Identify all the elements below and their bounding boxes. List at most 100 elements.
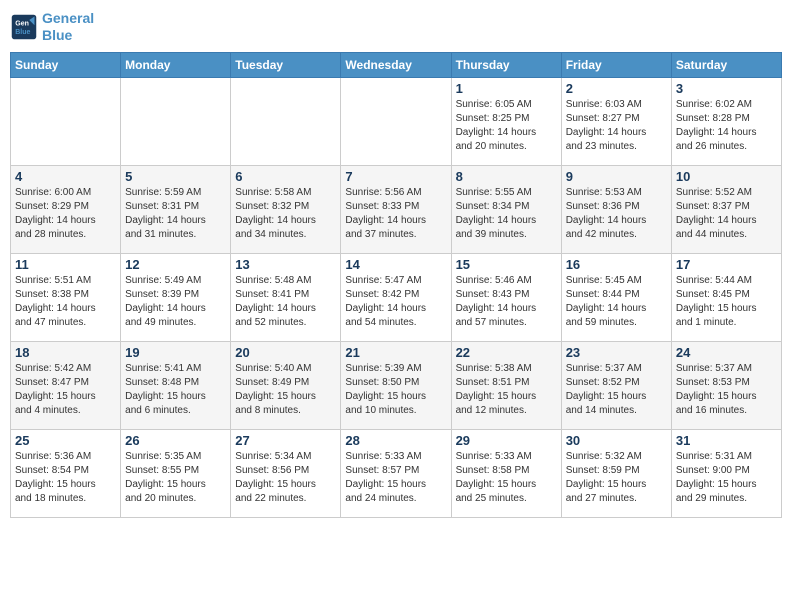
calendar-cell: 24Sunrise: 5:37 AM Sunset: 8:53 PM Dayli… (671, 341, 781, 429)
calendar-cell: 13Sunrise: 5:48 AM Sunset: 8:41 PM Dayli… (231, 253, 341, 341)
weekday-header-row: SundayMondayTuesdayWednesdayThursdayFrid… (11, 52, 782, 77)
day-number: 31 (676, 433, 777, 448)
calendar-cell: 19 Sunrise: 5:41 AM Sunset: 8:48 PM Dayli… (121, 341, 231, 429)
day-detail: Sunrise: 5:48 AM Sunset: 8:41 PM Dayligh… (235, 274, 336, 330)
calendar-cell: 16Sunrise: 5:45 AM Sunset: 8:44 PM Dayli… (561, 253, 671, 341)
calendar-cell: 4Sunrise: 6:00 AM Sunset: 8:29 PM Daylig… (11, 165, 121, 253)
logo: Gen Blue General Blue (10, 10, 94, 44)
calendar-cell: 29 Sunrise: 5:33 AM Sunset: 8:58 PM Dayli… (451, 429, 561, 517)
calendar-cell: 7 Sunrise: 5:56 AM Sunset: 8:33 PM Daylig… (341, 165, 451, 253)
day-number: 21 (345, 345, 446, 360)
day-detail: Sunrise: 5:55 AM Sunset: 8:34 PM Dayligh… (456, 186, 557, 242)
day-detail: Sunrise: 5:31 AM Sunset: 9:00 PM Dayligh… (676, 450, 777, 506)
day-detail: Sunrise: 5:33 AM Sunset: 8:57 PM Dayligh… (345, 450, 446, 506)
day-detail: Sunrise: 6:02 AM Sunset: 8:28 PM Dayligh… (676, 98, 777, 154)
day-detail: Sunrise: 5:33 AM Sunset: 8:58 PM Dayligh… (456, 450, 557, 506)
calendar-cell: 30 Sunrise: 5:32 AM Sunset: 8:59 PM Dayli… (561, 429, 671, 517)
day-detail: Sunrise: 5:40 AM Sunset: 8:49 PM Dayligh… (235, 362, 336, 418)
day-number: 19 (125, 345, 226, 360)
day-detail: Sunrise: 5:36 AM Sunset: 8:54 PM Dayligh… (15, 450, 116, 506)
calendar-cell: 31 Sunrise: 5:31 AM Sunset: 9:00 PM Dayli… (671, 429, 781, 517)
day-number: 30 (566, 433, 667, 448)
calendar-cell: 26 Sunrise: 5:35 AM Sunset: 8:55 PM Dayli… (121, 429, 231, 517)
calendar-cell: 9 Sunrise: 5:53 AM Sunset: 8:36 PM Daylig… (561, 165, 671, 253)
day-number: 10 (676, 169, 777, 184)
day-number: 12 (125, 257, 226, 272)
day-detail: Sunrise: 5:37 AM Sunset: 8:52 PM Dayligh… (566, 362, 667, 418)
calendar-cell: 10 Sunrise: 5:52 AM Sunset: 8:37 PM Dayli… (671, 165, 781, 253)
day-detail: Sunrise: 5:42 AM Sunset: 8:47 PM Dayligh… (15, 362, 116, 418)
logo-icon: Gen Blue (10, 13, 38, 41)
calendar-cell: 11Sunrise: 5:51 AM Sunset: 8:38 PM Dayli… (11, 253, 121, 341)
calendar-body: 1 Sunrise: 6:05 AM Sunset: 8:25 PM Daylig… (11, 77, 782, 517)
week-row-5: 25 Sunrise: 5:36 AM Sunset: 8:54 PM Dayli… (11, 429, 782, 517)
day-detail: Sunrise: 5:53 AM Sunset: 8:36 PM Dayligh… (566, 186, 667, 242)
weekday-wednesday: Wednesday (341, 52, 451, 77)
week-row-4: 18Sunrise: 5:42 AM Sunset: 8:47 PM Dayli… (11, 341, 782, 429)
weekday-saturday: Saturday (671, 52, 781, 77)
day-number: 24 (676, 345, 777, 360)
svg-text:Gen: Gen (15, 20, 29, 27)
day-detail: Sunrise: 6:03 AM Sunset: 8:27 PM Dayligh… (566, 98, 667, 154)
day-number: 4 (15, 169, 116, 184)
calendar-cell: 5 Sunrise: 5:59 AM Sunset: 8:31 PM Daylig… (121, 165, 231, 253)
day-number: 1 (456, 81, 557, 96)
week-row-2: 4Sunrise: 6:00 AM Sunset: 8:29 PM Daylig… (11, 165, 782, 253)
calendar-cell: 25 Sunrise: 5:36 AM Sunset: 8:54 PM Dayli… (11, 429, 121, 517)
day-detail: Sunrise: 5:44 AM Sunset: 8:45 PM Dayligh… (676, 274, 777, 330)
day-number: 26 (125, 433, 226, 448)
day-detail: Sunrise: 5:41 AM Sunset: 8:48 PM Dayligh… (125, 362, 226, 418)
day-number: 8 (456, 169, 557, 184)
day-number: 17 (676, 257, 777, 272)
day-detail: Sunrise: 5:35 AM Sunset: 8:55 PM Dayligh… (125, 450, 226, 506)
day-number: 7 (345, 169, 446, 184)
day-detail: Sunrise: 5:58 AM Sunset: 8:32 PM Dayligh… (235, 186, 336, 242)
day-number: 5 (125, 169, 226, 184)
calendar-cell: 2Sunrise: 6:03 AM Sunset: 8:27 PM Daylig… (561, 77, 671, 165)
day-detail: Sunrise: 5:34 AM Sunset: 8:56 PM Dayligh… (235, 450, 336, 506)
day-detail: Sunrise: 5:47 AM Sunset: 8:42 PM Dayligh… (345, 274, 446, 330)
day-detail: Sunrise: 5:39 AM Sunset: 8:50 PM Dayligh… (345, 362, 446, 418)
day-number: 22 (456, 345, 557, 360)
calendar-cell: 3 Sunrise: 6:02 AM Sunset: 8:28 PM Daylig… (671, 77, 781, 165)
day-detail: Sunrise: 6:05 AM Sunset: 8:25 PM Dayligh… (456, 98, 557, 154)
logo-name: General Blue (42, 10, 94, 44)
day-number: 9 (566, 169, 667, 184)
calendar-table: SundayMondayTuesdayWednesdayThursdayFrid… (10, 52, 782, 518)
day-number: 25 (15, 433, 116, 448)
day-number: 29 (456, 433, 557, 448)
day-number: 3 (676, 81, 777, 96)
day-detail: Sunrise: 5:32 AM Sunset: 8:59 PM Dayligh… (566, 450, 667, 506)
calendar-cell (121, 77, 231, 165)
day-detail: Sunrise: 5:38 AM Sunset: 8:51 PM Dayligh… (456, 362, 557, 418)
calendar-cell: 21 Sunrise: 5:39 AM Sunset: 8:50 PM Dayli… (341, 341, 451, 429)
week-row-1: 1 Sunrise: 6:05 AM Sunset: 8:25 PM Daylig… (11, 77, 782, 165)
week-row-3: 11Sunrise: 5:51 AM Sunset: 8:38 PM Dayli… (11, 253, 782, 341)
calendar-cell: 12 Sunrise: 5:49 AM Sunset: 8:39 PM Dayli… (121, 253, 231, 341)
day-detail: Sunrise: 5:52 AM Sunset: 8:37 PM Dayligh… (676, 186, 777, 242)
calendar-cell: 17 Sunrise: 5:44 AM Sunset: 8:45 PM Dayli… (671, 253, 781, 341)
day-number: 14 (345, 257, 446, 272)
day-number: 20 (235, 345, 336, 360)
day-detail: Sunrise: 5:49 AM Sunset: 8:39 PM Dayligh… (125, 274, 226, 330)
day-detail: Sunrise: 5:56 AM Sunset: 8:33 PM Dayligh… (345, 186, 446, 242)
calendar-cell: 1 Sunrise: 6:05 AM Sunset: 8:25 PM Daylig… (451, 77, 561, 165)
calendar-cell: 23 Sunrise: 5:37 AM Sunset: 8:52 PM Dayli… (561, 341, 671, 429)
calendar-cell: 15 Sunrise: 5:46 AM Sunset: 8:43 PM Dayli… (451, 253, 561, 341)
calendar-cell: 27Sunrise: 5:34 AM Sunset: 8:56 PM Dayli… (231, 429, 341, 517)
svg-text:Blue: Blue (15, 29, 30, 36)
day-number: 28 (345, 433, 446, 448)
page-header: Gen Blue General Blue (10, 10, 782, 44)
calendar-cell: 14 Sunrise: 5:47 AM Sunset: 8:42 PM Dayli… (341, 253, 451, 341)
day-detail: Sunrise: 5:59 AM Sunset: 8:31 PM Dayligh… (125, 186, 226, 242)
day-number: 16 (566, 257, 667, 272)
day-number: 23 (566, 345, 667, 360)
weekday-sunday: Sunday (11, 52, 121, 77)
day-number: 11 (15, 257, 116, 272)
day-detail: Sunrise: 5:46 AM Sunset: 8:43 PM Dayligh… (456, 274, 557, 330)
calendar-cell: 6Sunrise: 5:58 AM Sunset: 8:32 PM Daylig… (231, 165, 341, 253)
calendar-cell: 28 Sunrise: 5:33 AM Sunset: 8:57 PM Dayli… (341, 429, 451, 517)
weekday-monday: Monday (121, 52, 231, 77)
weekday-thursday: Thursday (451, 52, 561, 77)
day-number: 15 (456, 257, 557, 272)
